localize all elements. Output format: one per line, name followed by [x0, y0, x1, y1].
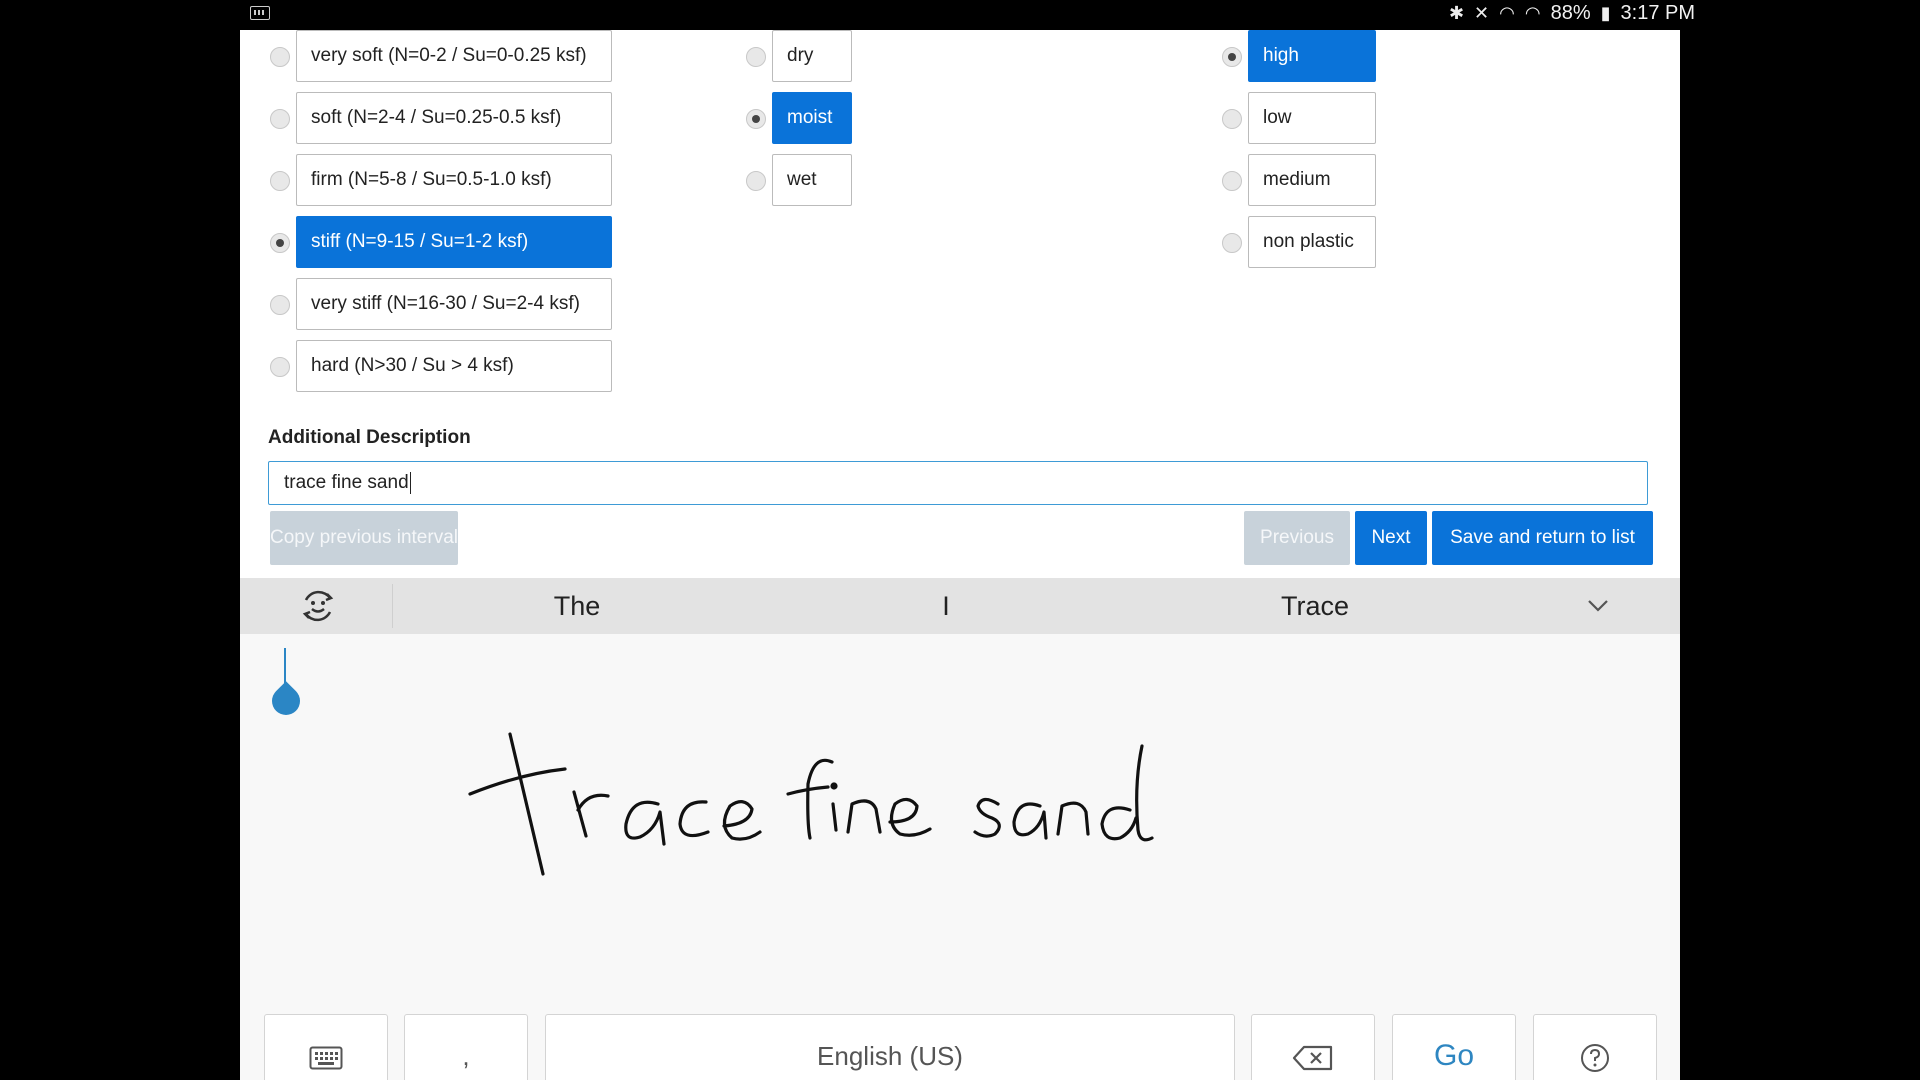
chevron-down-icon[interactable] [1580, 588, 1616, 624]
help-key[interactable] [1533, 1014, 1657, 1080]
keyboard-icon [309, 1046, 343, 1070]
radio-button[interactable] [1222, 171, 1242, 191]
option-label[interactable]: very soft (N=0-2 / Su=0-0.25 ksf) [296, 30, 612, 82]
radio-button[interactable] [1222, 233, 1242, 253]
radio-button-checked[interactable] [270, 233, 290, 253]
option-label[interactable]: high [1248, 30, 1376, 82]
status-bar: ✱ ✕ ◠ ◠ 88% ▮ 3:17 PM [0, 0, 1920, 30]
option-label[interactable]: non plastic [1248, 216, 1376, 268]
go-key[interactable]: Go [1392, 1014, 1516, 1080]
backspace-key[interactable] [1251, 1014, 1375, 1080]
suggestion-bar: The I Trace [240, 578, 1680, 634]
suggestion-divider [392, 584, 393, 628]
option-label[interactable]: stiff (N=9-15 / Su=1-2 ksf) [296, 216, 612, 268]
text-caret [409, 471, 412, 494]
radio-button[interactable] [270, 109, 290, 129]
previous-button[interactable]: Previous [1244, 511, 1350, 565]
radio-button[interactable] [270, 171, 290, 191]
keyboard-status-icon [250, 6, 270, 20]
radio-button-checked[interactable] [1222, 47, 1242, 67]
radio-button-checked[interactable] [746, 109, 766, 129]
copy-previous-interval-button[interactable]: Copy previous interval [270, 511, 458, 565]
option-label[interactable]: moist [772, 92, 852, 144]
suggestion-word[interactable]: I [826, 578, 1066, 634]
radio-button[interactable] [746, 171, 766, 191]
additional-description-input[interactable]: trace fine sand [268, 461, 1648, 505]
radio-button[interactable] [1222, 109, 1242, 129]
handwriting-area[interactable]: , English (US) Go [240, 634, 1680, 1080]
additional-description-label: Additional Description [268, 427, 471, 448]
keyboard-toggle-button[interactable] [264, 1014, 388, 1080]
bluetooth-icon: ✱ [1448, 3, 1465, 23]
status-icons: ✱ ✕ ◠ ◠ 88% ▮ 3:17 PM [1449, 2, 1695, 25]
radio-button[interactable] [270, 295, 290, 315]
input-value: trace fine sand [284, 472, 409, 493]
option-label[interactable]: very stiff (N=16-30 / Su=2-4 ksf) [296, 278, 612, 330]
emoji-icon[interactable] [298, 586, 338, 626]
help-icon [1581, 1044, 1609, 1073]
radio-button[interactable] [270, 357, 290, 377]
save-and-return-button[interactable]: Save and return to list [1432, 511, 1653, 565]
hotspot-icon: ◠ [1499, 3, 1515, 23]
backspace-icon [1292, 1046, 1333, 1071]
wifi-icon: ◠ [1524, 3, 1541, 23]
option-label[interactable]: wet [772, 154, 852, 206]
clock: 3:17 PM [1620, 2, 1695, 24]
option-label[interactable]: hard (N>30 / Su > 4 ksf) [296, 340, 612, 392]
suggestion-word[interactable]: The [457, 578, 697, 634]
battery-percent: 88% [1550, 2, 1591, 24]
option-label[interactable]: medium [1248, 154, 1376, 206]
option-label[interactable]: soft (N=2-4 / Su=0.25-0.5 ksf) [296, 92, 612, 144]
app-panel: very soft (N=0-2 / Su=0-0.25 ksf) soft (… [240, 30, 1680, 1080]
radio-button[interactable] [746, 47, 766, 67]
suggestion-word[interactable]: Trace [1195, 578, 1435, 634]
option-label[interactable]: firm (N=5-8 / Su=0.5-1.0 ksf) [296, 154, 612, 206]
option-label[interactable]: low [1248, 92, 1376, 144]
battery-icon: ▮ [1600, 3, 1611, 23]
radio-button[interactable] [270, 47, 290, 67]
next-button[interactable]: Next [1355, 511, 1427, 565]
option-label[interactable]: dry [772, 30, 852, 82]
mute-icon: ✕ [1474, 3, 1490, 23]
comma-key[interactable]: , [404, 1014, 528, 1080]
language-key[interactable]: English (US) [545, 1014, 1235, 1080]
